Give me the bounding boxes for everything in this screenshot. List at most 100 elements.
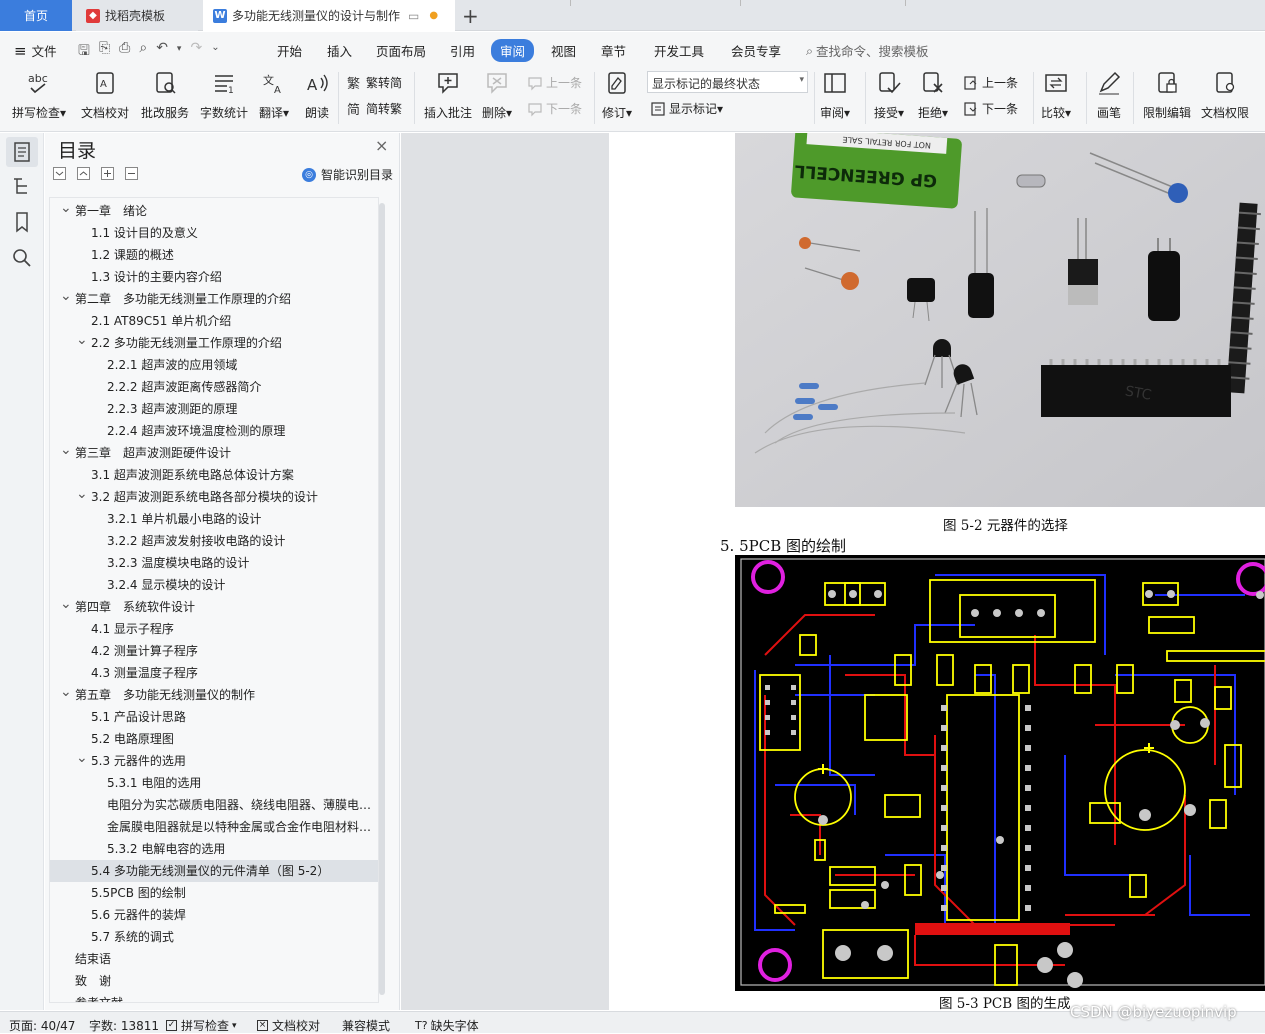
toc-item[interactable]: ⌄ 3.2 超声波测距系统电路各部分模块的设计 — [50, 486, 378, 508]
menu-view[interactable]: 视图 — [551, 41, 576, 60]
toc-item[interactable]: 致 谢 — [50, 970, 378, 992]
translate-button[interactable]: 文A 翻译▾ — [259, 70, 289, 121]
print-icon[interactable]: ⎙ — [119, 40, 130, 64]
toc-item[interactable]: ⌄ 第五章 多功能无线测量仪的制作 — [50, 684, 378, 706]
menu-page-layout[interactable]: 页面布局 — [376, 41, 426, 60]
toc-item[interactable]: 3.2.4 显示模块的设计 — [50, 574, 378, 596]
toc-item[interactable]: 4.1 显示子程序 — [50, 618, 378, 640]
reject-button[interactable]: 拒绝▾ — [918, 70, 948, 121]
toc-icon[interactable] — [10, 140, 34, 164]
tab-template[interactable]: ◆ 找稻壳模板 — [76, 0, 198, 31]
bookmark-icon[interactable] — [10, 210, 34, 234]
file-menu[interactable]: ≡ 文件 — [14, 41, 57, 60]
chevron-down-icon[interactable]: ⌄ — [60, 596, 72, 615]
accept-button[interactable]: 接受▾ — [874, 70, 904, 121]
to-simplified-button[interactable]: 简 简转繁 — [347, 100, 402, 117]
toc-item[interactable]: 2.2.4 超声波环境温度检测的原理 — [50, 420, 378, 442]
markup-state-select[interactable]: 显示标记的最终状态 ▾ — [647, 71, 808, 93]
next-change-button[interactable]: 下一条 — [963, 100, 1018, 117]
toc-item[interactable]: 4.3 测量温度子程序 — [50, 662, 378, 684]
word-count-status[interactable]: 字数: 13811 — [89, 1017, 159, 1034]
command-search[interactable]: ⌕ 查找命令、搜索模板 — [806, 41, 929, 60]
toc-item[interactable]: 结束语 — [50, 948, 378, 970]
toc-item[interactable]: 5.7 系统的调式 — [50, 926, 378, 948]
doc-proof-status[interactable]: × 文档校对 — [257, 1017, 320, 1034]
menu-insert[interactable]: 插入 — [327, 41, 352, 60]
toc-item[interactable]: 4.2 测量计算子程序 — [50, 640, 378, 662]
collapse-all-icon[interactable] — [77, 167, 90, 180]
toc-item[interactable]: ⌄ 第四章 系统软件设计 — [50, 596, 378, 618]
review-pane-button[interactable]: 审阅▾ — [820, 70, 850, 121]
toc-item[interactable]: 2.2.1 超声波的应用领域 — [50, 354, 378, 376]
chevron-down-icon[interactable]: ⌄ — [60, 442, 72, 461]
word-count-button[interactable]: 1 字数统计 — [200, 70, 248, 121]
toc-item[interactable]: 3.2.1 单片机最小电路的设计 — [50, 508, 378, 530]
chevron-down-icon[interactable]: ⌄ — [60, 684, 72, 703]
missing-font-status[interactable]: T? 缺失字体 — [415, 1017, 479, 1034]
toc-item[interactable]: ⌄ 第一章 绪论 — [50, 200, 378, 222]
to-traditional-button[interactable]: 繁 繁转简 — [347, 74, 402, 91]
smart-toc-button[interactable]: ◎ 智能识别目录 — [302, 166, 393, 183]
menu-start[interactable]: 开始 — [277, 41, 302, 60]
menu-review[interactable]: 审阅 — [491, 39, 535, 62]
toc-item[interactable]: ⌄ 2.2 多功能无线测量工作原理的介绍 — [50, 332, 378, 354]
restrict-edit-button[interactable]: 限制编辑 — [1143, 70, 1191, 121]
chevron-down-icon[interactable]: ⌄ — [76, 750, 88, 769]
toc-item[interactable]: 3.1 超声波测距系统电路总体设计方案 — [50, 464, 378, 486]
toc-item[interactable]: 2.2.3 超声波测距的原理 — [50, 398, 378, 420]
toc-item[interactable]: 1.2 课题的概述 — [50, 244, 378, 266]
prev-change-button[interactable]: 上一条 — [963, 74, 1018, 91]
delete-comment-button[interactable]: 删除▾ — [482, 70, 512, 121]
toc-item[interactable]: 电阻分为实芯碳质电阻器、绕线电阻器、薄膜电阻器... — [50, 794, 378, 816]
draw-button[interactable]: 画笔 — [1096, 70, 1122, 121]
toc-item[interactable]: 3.2.2 超声波发射接收电路的设计 — [50, 530, 378, 552]
print-preview-icon[interactable]: ⌕ — [139, 40, 147, 64]
insert-comment-button[interactable]: 插入批注 — [424, 70, 472, 121]
toc-item[interactable]: 5.4 多功能无线测量仪的元件清单（图 5-2） — [50, 860, 378, 882]
toc-item[interactable]: 5.3.2 电解电容的选用 — [50, 838, 378, 860]
toc-item[interactable]: 1.1 设计目的及意义 — [50, 222, 378, 244]
undo-icon[interactable]: ↶ — [156, 40, 168, 64]
batch-service-button[interactable]: 批改服务 — [141, 70, 189, 121]
plus-icon[interactable] — [101, 167, 114, 180]
menu-vip[interactable]: 会员专享 — [731, 41, 781, 60]
compare-button[interactable]: 比较▾ — [1041, 70, 1071, 121]
next-comment-button[interactable]: 下一条 — [527, 100, 582, 117]
toc-item[interactable]: 5.6 元器件的装焊 — [50, 904, 378, 926]
toc-item[interactable]: 5.3.1 电阻的选用 — [50, 772, 378, 794]
doc-permission-button[interactable]: 文档权限 — [1201, 70, 1249, 121]
outline-icon[interactable] — [10, 174, 34, 198]
doc-proof-button[interactable]: A 文档校对 — [81, 70, 129, 121]
close-icon[interactable]: × — [375, 136, 388, 155]
prev-comment-button[interactable]: 上一条 — [527, 74, 582, 91]
redo-icon[interactable]: ↷ — [190, 40, 202, 64]
toc-item[interactable]: 参考文献 — [50, 992, 378, 1002]
screen-icon[interactable]: ▭ — [408, 9, 419, 23]
toc-item[interactable]: 3.2.3 温度模块电路的设计 — [50, 552, 378, 574]
spell-check-status[interactable]: ✓ 拼写检查 ▾ — [166, 1017, 237, 1034]
menu-dev-tools[interactable]: 开发工具 — [654, 41, 704, 60]
minus-icon[interactable] — [125, 167, 138, 180]
toc-item[interactable]: 5.2 电路原理图 — [50, 728, 378, 750]
chevron-down-icon[interactable]: ⌄ — [76, 486, 88, 505]
tab-document[interactable]: W 多功能无线测量仪的设计与制作 ▭ ● — [203, 0, 455, 31]
toc-item[interactable]: 金属膜电阻器就是以特种金属或合金作电阻材料，... — [50, 816, 378, 838]
toc-item[interactable]: ⌄ 第二章 多功能无线测量工作原理的介绍 — [50, 288, 378, 310]
toc-item[interactable]: 2.2.2 超声波距离传感器简介 — [50, 376, 378, 398]
menu-reference[interactable]: 引用 — [450, 41, 475, 60]
show-markup-button[interactable]: 显示标记 ▾ — [650, 100, 723, 117]
toc-item[interactable]: ⌄ 第三章 超声波测距硬件设计 — [50, 442, 378, 464]
toc-scrollbar[interactable] — [379, 203, 385, 995]
chevron-down-icon[interactable]: ⌄ — [76, 332, 88, 351]
read-aloud-button[interactable]: A 朗读 — [304, 70, 330, 121]
save-icon[interactable]: 🖫 — [78, 40, 90, 64]
customize-icon[interactable]: ⌄ — [211, 42, 219, 64]
toc-item[interactable]: 5.1 产品设计思路 — [50, 706, 378, 728]
chevron-down-icon[interactable]: ⌄ — [60, 288, 72, 307]
new-tab-button[interactable]: + — [462, 0, 482, 31]
expand-all-icon[interactable] — [53, 167, 66, 180]
dropdown-icon[interactable]: ▾ — [177, 44, 182, 64]
tab-home[interactable]: 首页 — [0, 0, 72, 31]
revise-button[interactable]: 修订▾ — [602, 70, 632, 121]
toc-item[interactable]: 5.5PCB 图的绘制 — [50, 882, 378, 904]
